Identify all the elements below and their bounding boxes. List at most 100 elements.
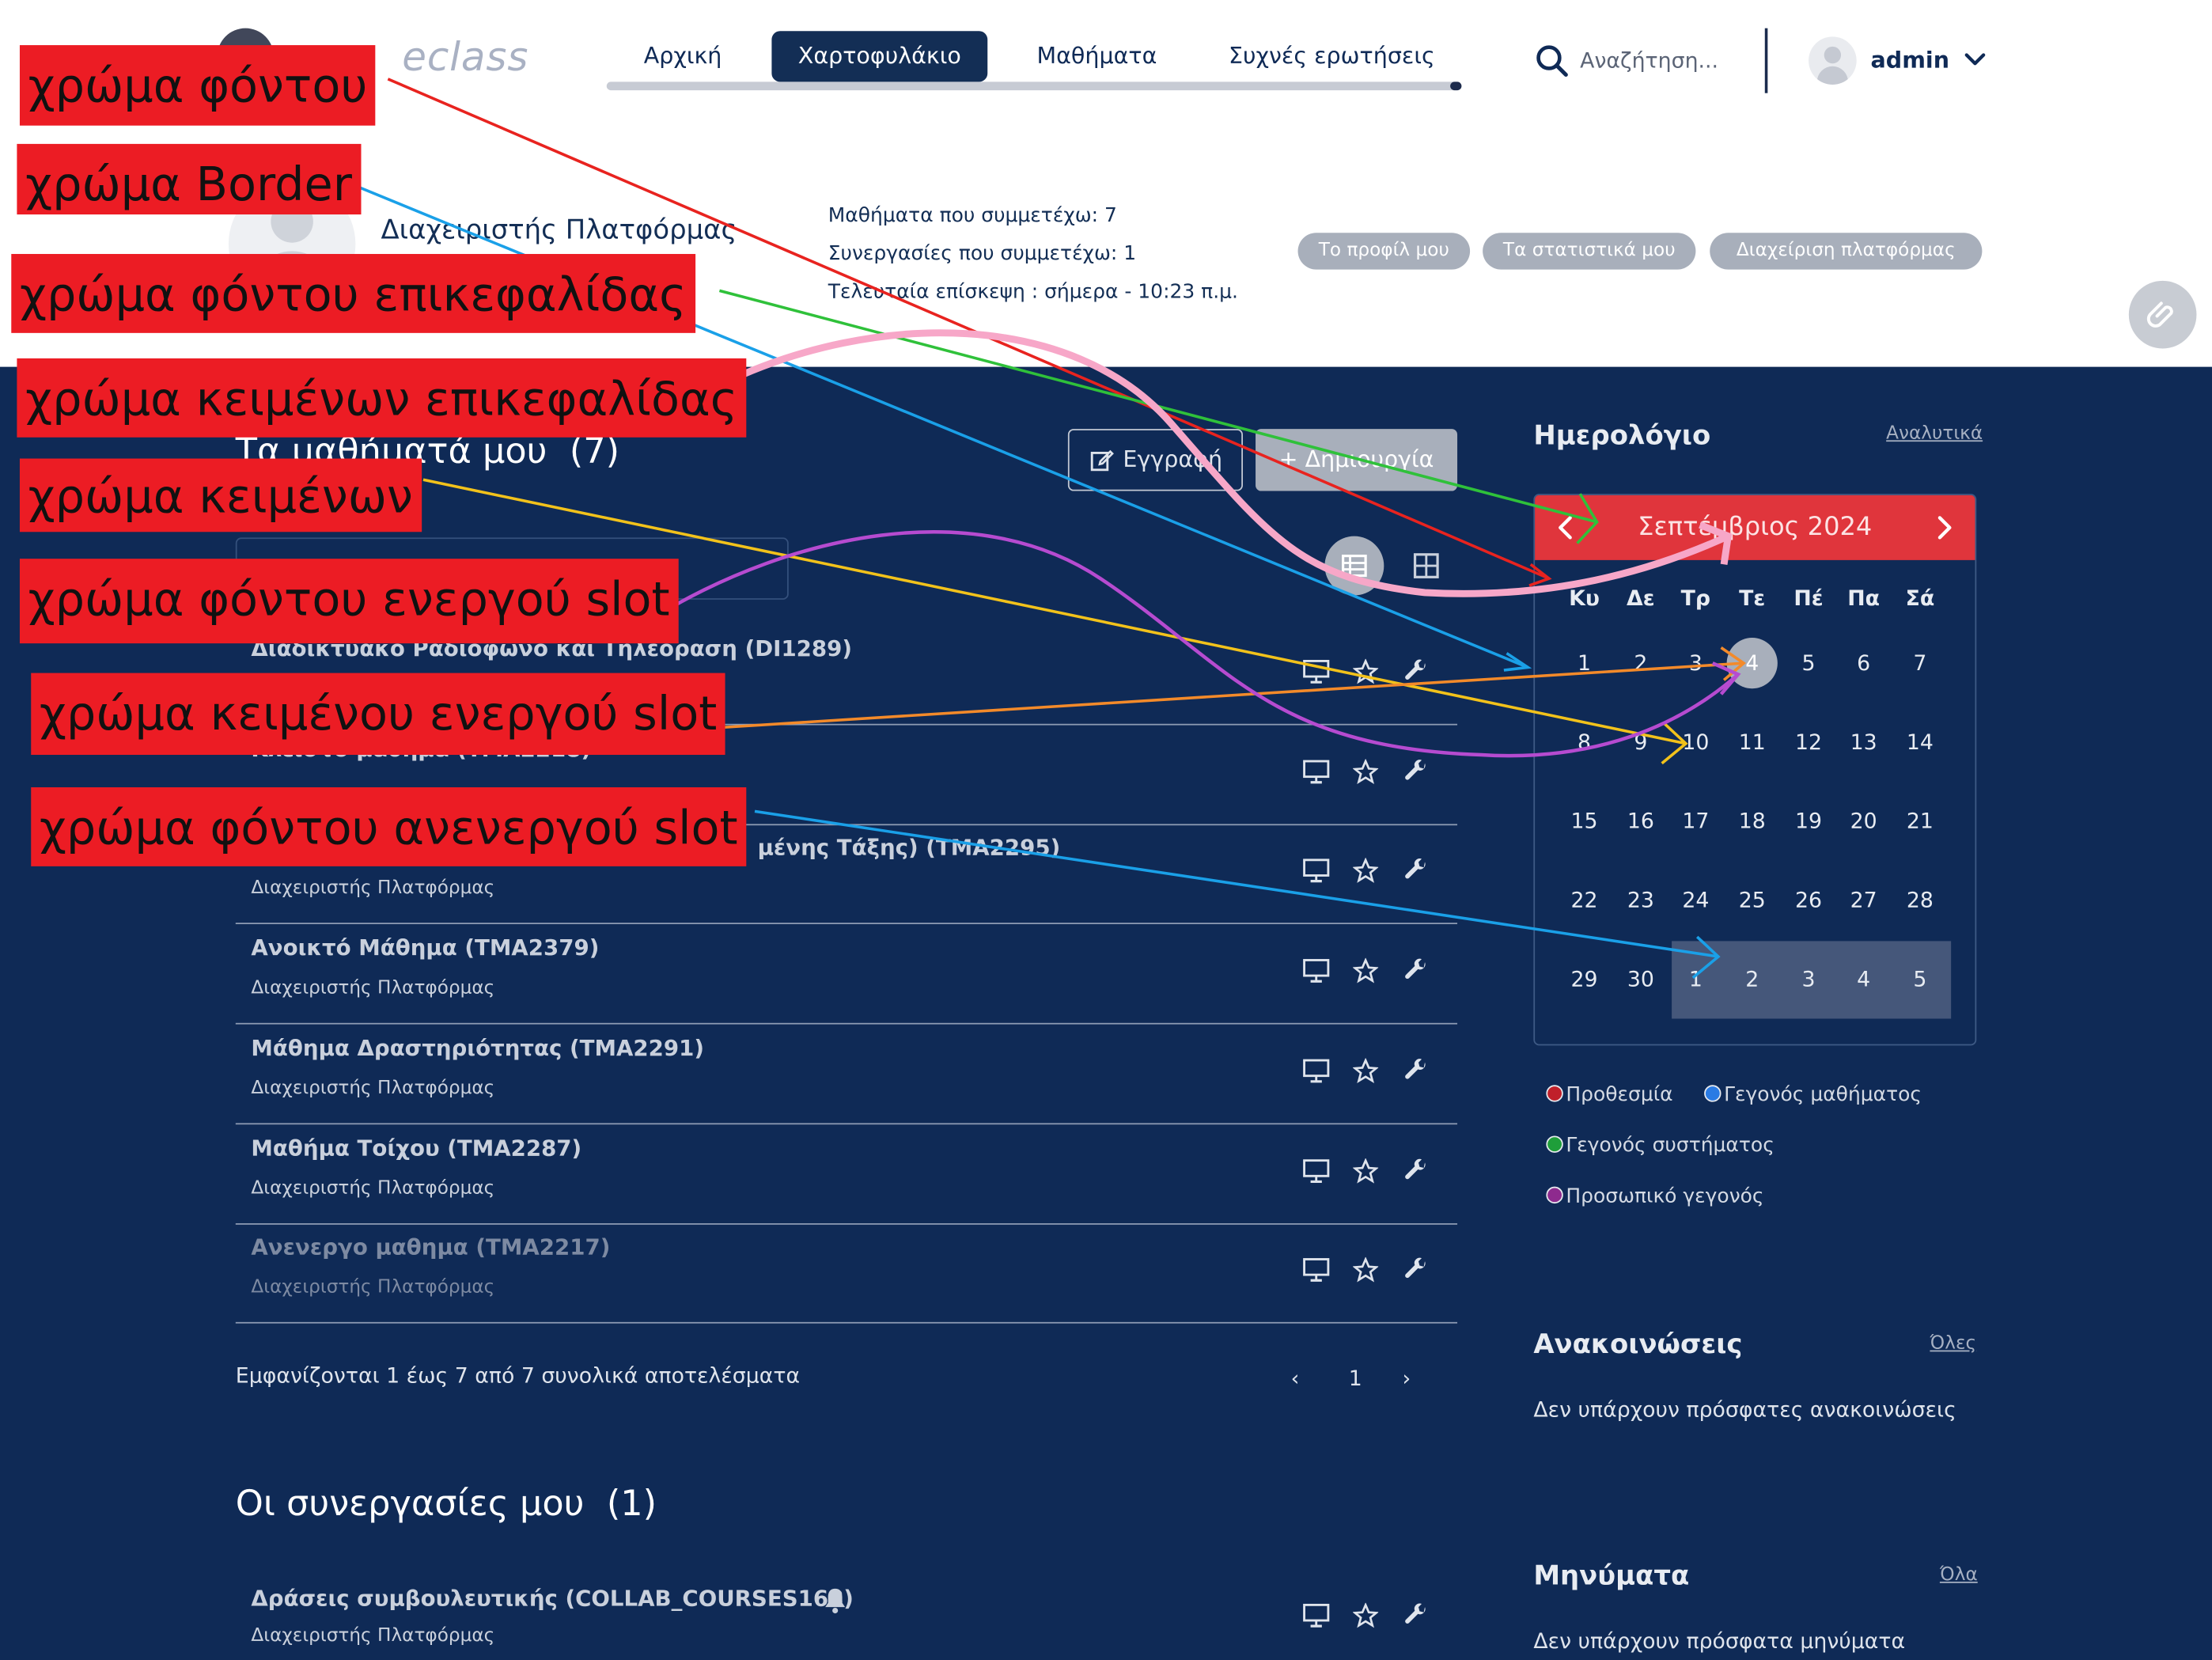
announcements-all-link[interactable]: Όλες (1930, 1333, 1976, 1355)
wrench-icon[interactable] (1403, 659, 1429, 690)
attachment-button[interactable] (2128, 280, 2197, 349)
collab-title[interactable]: Δράσεις συμβουλευτικής (COLLAB_COURSES16… (251, 1586, 854, 1611)
calendar-day-inactive[interactable]: 1 (1670, 953, 1721, 1004)
course-title[interactable]: Ανενεργο μαθημα (TMA2217) (251, 1235, 610, 1260)
calendar-day[interactable]: 8 (1559, 717, 1609, 767)
star-icon[interactable] (1352, 658, 1379, 690)
calendar-day[interactable]: 2 (1615, 638, 1666, 688)
calendar-day[interactable]: 6 (1839, 638, 1889, 688)
star-icon[interactable] (1352, 1157, 1379, 1188)
register-button[interactable]: Εγγραφή (1067, 429, 1243, 491)
star-icon[interactable] (1352, 1057, 1379, 1089)
wrench-icon[interactable] (1403, 958, 1429, 989)
course-row[interactable]: Μαθήμα Τοίχου (TMA2287) Διαχειριστής Πλατ… (235, 1124, 1458, 1224)
monitor-icon[interactable] (1302, 659, 1331, 690)
course-owner: Διαχειριστής Πλατφόρμας (251, 1177, 495, 1199)
chevron-right-icon[interactable] (1933, 514, 1956, 548)
calendar-day[interactable]: 26 (1783, 875, 1834, 926)
calendar-day[interactable]: 10 (1670, 717, 1721, 767)
chevron-down-icon[interactable] (1961, 45, 1990, 79)
star-icon[interactable] (1352, 957, 1379, 989)
calendar-day[interactable]: 30 (1615, 953, 1666, 1004)
calendar-day[interactable]: 5 (1783, 638, 1834, 688)
pager-page-1[interactable]: 1 (1349, 1366, 1362, 1391)
user-menu[interactable]: admin (1809, 36, 1992, 85)
my-profile-button[interactable]: Το προφίλ μου (1297, 233, 1471, 270)
calendar-day[interactable]: 1 (1559, 638, 1609, 688)
course-title[interactable]: Μαθήμα Τοίχου (TMA2287) (251, 1135, 581, 1161)
calendar-day[interactable]: 4 (1726, 638, 1778, 689)
calendar-day-inactive[interactable]: 4 (1839, 953, 1889, 1004)
monitor-icon[interactable] (1302, 759, 1331, 790)
calendar-day[interactable]: 19 (1783, 796, 1834, 847)
calendar-day[interactable]: 11 (1727, 717, 1778, 767)
bell-icon[interactable] (823, 1586, 848, 1620)
calendar-title: Ημερολόγιο (1533, 420, 1711, 452)
course-title[interactable]: μένης Τάξης) (TMA2295) (758, 836, 1061, 861)
calendar-day[interactable]: 14 (1895, 717, 1945, 767)
calendar-day[interactable]: 9 (1615, 717, 1666, 767)
nav-item-courses[interactable]: Μαθήματα (1009, 31, 1185, 81)
list-view-button[interactable] (1324, 536, 1384, 596)
calendar-day[interactable]: 17 (1670, 796, 1721, 847)
course-title[interactable]: Μάθημα Δραστηριότητας (TMA2291) (251, 1036, 704, 1061)
my-stats-button[interactable]: Τα στατιστικά μου (1483, 233, 1696, 270)
calendar-details-link[interactable]: Αναλυτικά (1886, 423, 1983, 445)
wrench-icon[interactable] (1403, 759, 1429, 790)
search-input[interactable]: Αναζήτηση... (1580, 48, 1718, 74)
calendar-day[interactable]: 12 (1783, 717, 1834, 767)
star-icon[interactable] (1352, 858, 1379, 889)
calendar-day[interactable]: 28 (1895, 875, 1945, 926)
calendar-day[interactable]: 15 (1559, 796, 1609, 847)
nav-item-faq[interactable]: Συχνές ερωτήσεις (1210, 31, 1453, 81)
calendar-day[interactable]: 18 (1727, 796, 1778, 847)
wrench-icon[interactable] (1403, 1603, 1429, 1634)
star-icon[interactable] (1352, 1256, 1379, 1288)
search-box[interactable]: Αναζήτηση... (1535, 42, 1746, 81)
calendar-day[interactable]: 23 (1615, 875, 1666, 926)
calendar-day[interactable]: 20 (1839, 796, 1889, 847)
calendar-day[interactable]: 22 (1559, 875, 1609, 926)
wrench-icon[interactable] (1403, 1257, 1429, 1288)
pager-prev[interactable]: ‹ (1291, 1366, 1300, 1391)
calendar-day[interactable]: 24 (1670, 875, 1721, 926)
legend-dot (1546, 1186, 1563, 1204)
nav-item-portfolio[interactable]: Χαρτοφυλάκιο (771, 31, 988, 82)
monitor-icon[interactable] (1302, 1158, 1331, 1188)
calendar-day[interactable]: 25 (1727, 875, 1778, 926)
course-row[interactable]: Μάθημα Δραστηριότητας (TMA2291) Διαχειρισ… (235, 1024, 1458, 1124)
monitor-icon[interactable] (1302, 1603, 1331, 1634)
grid-view-button[interactable] (1396, 536, 1456, 596)
monitor-icon[interactable] (1302, 1257, 1331, 1288)
monitor-icon[interactable] (1302, 858, 1331, 889)
star-icon[interactable] (1352, 758, 1379, 790)
calendar-day[interactable]: 3 (1670, 638, 1721, 688)
wrench-icon[interactable] (1403, 1058, 1429, 1089)
callout-background: χρώμα φόντου (19, 45, 377, 126)
star-icon[interactable] (1352, 1601, 1379, 1634)
platform-admin-button[interactable]: Διαχείριση πλατφόρμας (1710, 233, 1983, 270)
calendar-day-inactive[interactable]: 5 (1895, 953, 1945, 1004)
calendar-day[interactable]: 21 (1895, 796, 1945, 847)
wrench-icon[interactable] (1403, 858, 1429, 889)
messages-all-link[interactable]: Όλα (1940, 1565, 1978, 1586)
calendar-day-inactive[interactable]: 2 (1727, 953, 1778, 1004)
wrench-icon[interactable] (1403, 1158, 1429, 1188)
calendar-day[interactable]: 16 (1615, 796, 1666, 847)
course-row[interactable]: Ανενεργο μαθημα (TMA2217) Διαχειριστής Πλ… (235, 1223, 1458, 1324)
course-row[interactable]: Ανοικτό Μάθημα (TMA2379) Διαχειριστής Πλα… (235, 924, 1458, 1025)
course-actions (1302, 957, 1443, 989)
monitor-icon[interactable] (1302, 1058, 1331, 1089)
pager-next[interactable]: › (1403, 1366, 1411, 1391)
collab-row[interactable]: Δράσεις συμβουλευτικής (COLLAB_COURSES16… (236, 1566, 1457, 1660)
monitor-icon[interactable] (1302, 958, 1331, 989)
legend-dot (1546, 1085, 1563, 1102)
calendar-day[interactable]: 13 (1839, 717, 1889, 767)
calendar-day-inactive[interactable]: 3 (1783, 953, 1834, 1004)
create-button[interactable]: + Δημιουργία (1256, 429, 1458, 491)
calendar-day[interactable]: 27 (1839, 875, 1889, 926)
course-title[interactable]: Ανοικτό Μάθημα (TMA2379) (251, 935, 599, 961)
nav-item-home[interactable]: Αρχική (607, 31, 759, 81)
calendar-day[interactable]: 29 (1559, 953, 1609, 1004)
calendar-day[interactable]: 7 (1895, 638, 1945, 688)
